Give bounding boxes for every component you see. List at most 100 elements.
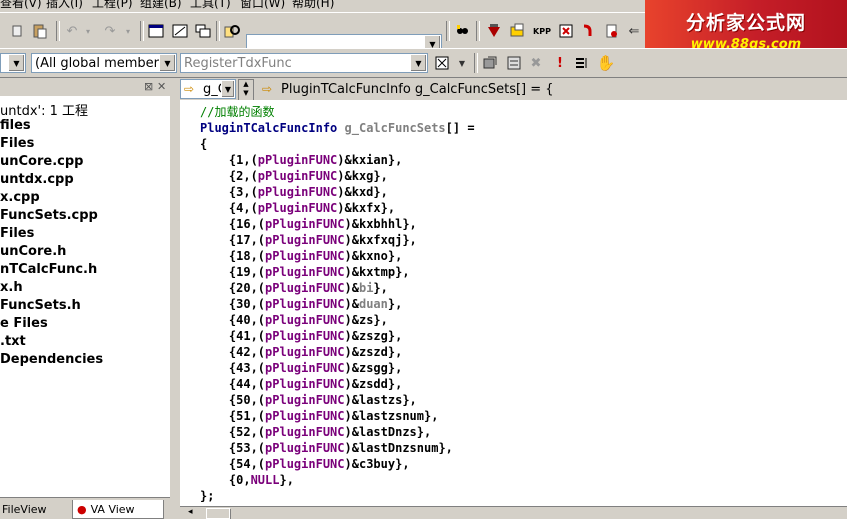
window-list-icon[interactable] (193, 21, 213, 41)
code-entry: {44,(pPluginFUNC)&zsdd}, (200, 377, 403, 391)
editor-navigation-bar: ⇨ g_C ▼ ▲ ▼ ⇨ PluginTCalcFuncInfo g_CalcF… (180, 78, 847, 101)
horizontal-scrollbar[interactable]: ◂ (180, 506, 847, 519)
function-filter-value: RegisterTdxFunc (184, 56, 292, 71)
pane-splitter[interactable] (170, 78, 180, 518)
go-back-icon[interactable]: ⇐ (624, 21, 644, 41)
symbol-combo[interactable]: ⇨ g_C ▼ (180, 79, 236, 99)
tab-fileview-label: FileView (2, 502, 47, 516)
separator (474, 53, 478, 73)
output-icon[interactable] (170, 21, 190, 41)
code-entry: {3,(pPluginFUNC)&kxd}, (200, 185, 388, 199)
menu-view[interactable]: 查看(V) (0, 0, 42, 10)
separator (216, 21, 220, 41)
workspace-tabs: FileView ● VA View (0, 497, 170, 519)
code-entry: {42,(pPluginFUNC)&zszd}, (200, 345, 403, 359)
code-entry: {17,(pPluginFUNC)&kxfxqj}, (200, 233, 417, 247)
compile-icon[interactable] (484, 21, 504, 41)
execute-icon[interactable] (578, 21, 598, 41)
stop-build-icon[interactable] (556, 21, 576, 41)
tree-item[interactable]: unCore.h (0, 244, 66, 259)
code-entry: {50,(pPluginFUNC)&lastzs}, (200, 393, 417, 407)
tree-item[interactable]: e Files (0, 316, 48, 331)
menu-build[interactable]: 组建(B) (140, 0, 182, 10)
hand-icon[interactable]: ✋ (596, 53, 616, 73)
code-entry: {52,(pPluginFUNC)&lastDnzs}, (200, 425, 432, 439)
tab-vaview-label: VA View (90, 502, 135, 516)
menu-insert[interactable]: 插入(I) (46, 0, 83, 10)
tree-item[interactable]: Files (0, 136, 34, 151)
exclamation-icon[interactable]: ! (550, 53, 570, 73)
tree-item[interactable]: nTCalcFunc.h (0, 262, 97, 277)
wizard-action-icon[interactable] (432, 53, 452, 73)
menu-tools[interactable]: 工具(T) (190, 0, 231, 10)
symbol-spinner[interactable]: ▲ ▼ (238, 79, 254, 101)
cut-icon[interactable] (8, 21, 28, 41)
code-comment: //加载的函数 (200, 105, 275, 119)
chevron-down-icon[interactable]: ▼ (159, 55, 175, 71)
code-entry: {4,(pPluginFUNC)&kxfx}, (200, 201, 396, 215)
code-entry: {18,(pPluginFUNC)&kxno}, (200, 249, 403, 263)
code-entry: {40,(pPluginFUNC)&zs}, (200, 313, 388, 327)
tab-fileview[interactable]: FileView (0, 500, 68, 518)
scroll-thumb[interactable] (206, 508, 230, 519)
menu-window[interactable]: 窗口(W) (240, 0, 285, 10)
class-combo[interactable]: ▼ (0, 53, 26, 73)
redo-dropdown-icon[interactable]: ▾ (118, 21, 138, 41)
separator (140, 21, 144, 41)
close-icon[interactable]: ✕ (157, 80, 166, 93)
code-content[interactable]: //加载的函数 PluginTCalcFuncInfo g_CalcFuncSet… (200, 104, 475, 504)
logo-title: 分析家公式网 (685, 12, 806, 34)
next-bookmark-icon[interactable] (504, 53, 524, 73)
arrow-right-icon: ⇨ (262, 82, 273, 96)
tree-item[interactable]: files (0, 118, 31, 133)
code-entry: {1,(pPluginFUNC)&kxian}, (200, 153, 403, 167)
paste-icon[interactable] (30, 21, 50, 41)
wizard-dropdown-icon[interactable]: ▼ (452, 53, 472, 73)
find-icon[interactable] (452, 21, 472, 41)
build-mini-icon[interactable]: KPP (532, 21, 552, 41)
build-icon[interactable] (508, 21, 528, 41)
tree-item[interactable]: Files (0, 226, 34, 241)
code-entry: {2,(pPluginFUNC)&kxg}, (200, 169, 388, 183)
chevron-down-icon[interactable]: ▼ (221, 81, 234, 97)
toggle-bookmark-icon[interactable] (480, 53, 500, 73)
tree-item[interactable]: .txt (0, 334, 26, 349)
declaration-field[interactable]: ⇨ PluginTCalcFuncInfo g_CalcFuncSets[] =… (258, 79, 847, 99)
menu-project[interactable]: 工程(P) (92, 0, 133, 10)
code-entry: {53,(pPluginFUNC)&lastDnzsnum}, (200, 441, 453, 455)
file-tree: untdx': 1 工程 files Files unCore.cpp untd… (0, 96, 172, 497)
separator (446, 21, 450, 41)
redo-icon[interactable]: ↷ (100, 21, 120, 41)
code-editor[interactable]: //加载的函数 PluginTCalcFuncInfo g_CalcFuncSet… (180, 100, 847, 518)
tree-workspace[interactable]: untdx': 1 工程 (0, 100, 88, 119)
code-entry: {41,(pPluginFUNC)&zszg}, (200, 329, 403, 343)
tree-item[interactable]: unCore.cpp (0, 154, 83, 169)
pane-restore-icon[interactable]: ⊠ (144, 80, 153, 93)
tree-item[interactable]: Dependencies (0, 352, 103, 367)
tomato-icon: ● (77, 502, 87, 516)
function-filter-combo[interactable]: RegisterTdxFunc ▼ (180, 53, 428, 73)
code-entry: {54,(pPluginFUNC)&c3buy}, (200, 457, 410, 471)
workspace-pane-header: ⊠ ✕ (0, 78, 170, 96)
clear-bookmarks-icon[interactable]: ✖ (526, 53, 546, 73)
tab-vaview[interactable]: ● VA View (72, 500, 164, 519)
workspace-icon[interactable] (146, 21, 166, 41)
members-filter-combo[interactable]: (All global members ▼ (31, 53, 177, 73)
find-in-files-icon[interactable] (222, 21, 242, 41)
chevron-down-icon[interactable]: ▼ (8, 55, 24, 71)
members-filter-value: (All global members (35, 56, 166, 71)
undo-dropdown-icon[interactable]: ▾ (78, 21, 98, 41)
format-icon[interactable] (572, 53, 592, 73)
tree-item[interactable]: FuncSets.cpp (0, 208, 98, 223)
separator (56, 21, 60, 41)
chevron-down-icon[interactable]: ▼ (410, 55, 426, 71)
tree-item[interactable]: x.h (0, 280, 23, 295)
scroll-left-icon[interactable]: ◂ (188, 507, 193, 517)
tree-item[interactable]: untdx.cpp (0, 172, 74, 187)
menu-help[interactable]: 帮助(H) (292, 0, 334, 10)
code-close-brace: }; (200, 489, 215, 503)
tree-item[interactable]: FuncSets.h (0, 298, 81, 313)
code-entry: {51,(pPluginFUNC)&lastzsnum}, (200, 409, 439, 423)
breakpoint-icon[interactable] (602, 21, 622, 41)
tree-item[interactable]: x.cpp (0, 190, 40, 205)
